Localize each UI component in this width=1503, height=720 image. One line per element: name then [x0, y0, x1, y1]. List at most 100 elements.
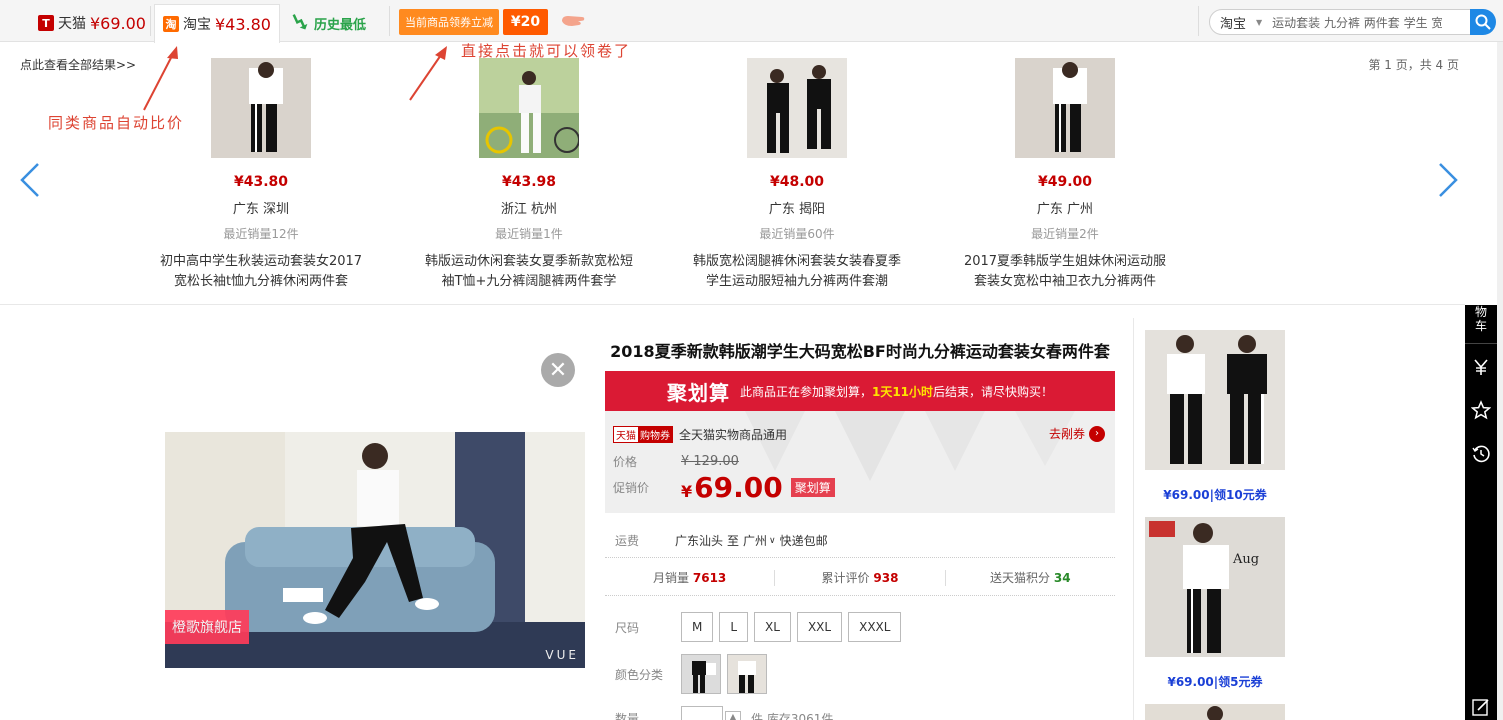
- item-title[interactable]: 韩版宽松阔腿裤休闲套装女装春夏季学生运动服短袖九分裤两件套潮: [687, 252, 907, 292]
- scrollbar[interactable]: [1497, 42, 1503, 720]
- divider: [1465, 343, 1497, 344]
- item-location: 浙江 杭州: [500, 202, 558, 217]
- history-icon[interactable]: [1471, 444, 1491, 464]
- star-icon[interactable]: [1471, 400, 1491, 420]
- price-panel: 天猫 购物券 全天猫实物商品通用 去剐券 › 价格 ¥ 129.00 促销价 ¥…: [605, 411, 1115, 513]
- color-option-black[interactable]: [681, 654, 721, 694]
- size-selector: 尺码 M L XL XXL XXXL: [605, 612, 1115, 642]
- compare-toolbar: T 天猫 ¥69.00 淘 淘宝 ¥43.80 历史最低 当前商品领券立减 ¥2…: [0, 0, 1503, 43]
- pointing-hand-icon: [562, 16, 585, 26]
- size-option-xxl[interactable]: XXL: [796, 612, 843, 642]
- size-option-xxxl[interactable]: XXXL: [848, 612, 902, 642]
- product-main-image[interactable]: 橙歌旗舰店 VUE: [165, 432, 585, 668]
- item-title[interactable]: 韩版运动休闲套装女夏季新款宽松短袖T恤+九分裤阔腿裤两件套学: [419, 252, 639, 292]
- item-sales: 最近销量2件: [1031, 227, 1099, 241]
- compare-item[interactable]: ¥48.00 广东 揭阳 最近销量60件 韩版宽松阔腿裤休闲套装女装春夏季学生运…: [687, 58, 907, 292]
- shipping-destination-select[interactable]: 广州: [743, 532, 767, 549]
- caret-down-icon[interactable]: ∨: [769, 536, 776, 546]
- see-all-results-link[interactable]: 点此查看全部结果>>: [20, 56, 136, 73]
- search-input[interactable]: [1272, 15, 1443, 29]
- original-price: ¥ 129.00: [681, 454, 739, 469]
- trend-down-icon: [287, 11, 310, 35]
- size-option-m[interactable]: M: [681, 612, 714, 642]
- search-button[interactable]: [1470, 9, 1496, 35]
- monthly-sales-label: 月销量: [653, 571, 690, 585]
- recommended-coupon: 领10元券: [1214, 488, 1267, 502]
- size-option-xl[interactable]: XL: [754, 612, 791, 642]
- svg-text:Aug: Aug: [1232, 552, 1259, 567]
- recommended-price-value: ¥69.00: [1167, 675, 1214, 689]
- product-thumbnail[interactable]: [1015, 58, 1115, 158]
- divider: [1133, 318, 1134, 720]
- yen-icon[interactable]: [1471, 357, 1491, 377]
- get-coupon-label: 去剐券: [1048, 427, 1085, 441]
- feedback-edit-icon[interactable]: [1471, 697, 1491, 717]
- shipping-label: 运费: [615, 534, 640, 548]
- item-price: ¥49.00: [1037, 174, 1093, 190]
- promo-price: ¥69.00: [681, 471, 783, 504]
- image-watermark: VUE: [545, 648, 579, 662]
- quantity-increment[interactable]: ▲: [725, 711, 741, 720]
- recommended-item[interactable]: [1145, 704, 1285, 720]
- juhuasuan-countdown: 1天11小时: [871, 384, 934, 399]
- chevron-right-icon: ›: [1089, 425, 1105, 442]
- item-price: ¥48.00: [769, 174, 825, 190]
- badge-coupon: 购物券: [638, 427, 672, 442]
- store-tag: 橙歌旗舰店: [165, 610, 249, 644]
- stock-text: 件 库存3061件: [751, 711, 834, 720]
- compare-item[interactable]: ¥43.80 广东 深圳 最近销量12件 初中高中学生秋装运动套装女2017宽松…: [151, 58, 371, 292]
- size-option-l[interactable]: L: [719, 612, 749, 642]
- reward-points: 送天猫积分 34: [946, 569, 1115, 586]
- item-title[interactable]: 初中高中学生秋装运动套装女2017宽松长袖t恤九分裤休闲两件套: [151, 252, 371, 292]
- item-sales: 最近销量12件: [223, 227, 299, 241]
- shipping-from: 广东汕头: [675, 534, 724, 548]
- close-icon[interactable]: ✕: [541, 353, 575, 387]
- reward-points-value: 34: [1053, 571, 1071, 585]
- search-box[interactable]: 淘宝 ▼: [1209, 9, 1471, 35]
- item-location: 广东 深圳: [232, 202, 290, 217]
- taobao-logo-icon: 淘: [163, 16, 179, 32]
- tab-history-lowest[interactable]: 历史最低: [282, 4, 374, 42]
- chevron-left-icon[interactable]: [18, 160, 42, 200]
- search-scope-select[interactable]: 淘宝: [1210, 13, 1246, 32]
- review-count[interactable]: 累计评价 938: [775, 569, 944, 586]
- recommended-thumbnail[interactable]: Aug: [1145, 517, 1285, 657]
- tmall-logo-icon: T: [38, 15, 54, 31]
- tab-tmall[interactable]: T 天猫 ¥69.00: [30, 4, 154, 42]
- quantity-input[interactable]: [681, 706, 723, 720]
- recommended-coupon: 领5元券: [1218, 675, 1263, 689]
- recommended-item[interactable]: Aug ¥69.00|领5元券: [1145, 517, 1285, 690]
- divider: [389, 6, 390, 36]
- item-sales: 最近销量1件: [495, 227, 563, 241]
- yen-sign: ¥: [681, 482, 693, 501]
- chevron-right-icon[interactable]: [1436, 160, 1460, 200]
- product-thumbnail[interactable]: [479, 58, 579, 158]
- promo-tag: 聚划算: [790, 478, 835, 497]
- coupon-text: 全天猫实物商品通用: [679, 428, 788, 442]
- coupon-amount-button[interactable]: ¥20: [503, 9, 548, 35]
- recommended-item[interactable]: ¥69.00|领10元券: [1145, 330, 1285, 503]
- juhuasuan-logo: 聚划算: [666, 380, 730, 405]
- item-title[interactable]: 2017夏季韩版学生姐妹休闲运动服套装女宽松中袖卫衣九分裤两件: [955, 252, 1175, 292]
- tab-taobao-price: ¥43.80: [215, 14, 271, 34]
- recommended-thumbnail[interactable]: [1145, 704, 1285, 720]
- recommended-price[interactable]: ¥69.00|领10元券: [1145, 486, 1285, 503]
- recommended-thumbnail[interactable]: [1145, 330, 1285, 470]
- cart-button[interactable]: 物 车: [1465, 305, 1497, 333]
- promo-label: 促销价: [613, 481, 650, 495]
- caret-down-icon[interactable]: ▼: [1256, 18, 1262, 27]
- color-option-white[interactable]: [727, 654, 767, 694]
- recommended-price[interactable]: ¥69.00|领5元券: [1145, 673, 1285, 690]
- tab-taobao[interactable]: 淘 淘宝 ¥43.80: [154, 4, 280, 43]
- product-thumbnail[interactable]: [747, 58, 847, 158]
- price-label: 价格: [613, 455, 638, 469]
- color-label: 颜色分类: [615, 667, 664, 682]
- page-indicator: 第 1 页，共 4 页: [1368, 58, 1459, 72]
- compare-item[interactable]: ¥43.98 浙江 杭州 最近销量1件 韩版运动休闲套装女夏季新款宽松短袖T恤+…: [419, 58, 639, 292]
- monthly-sales: 月销量 7613: [605, 569, 774, 586]
- coupon-button[interactable]: 当前商品领券立减: [399, 9, 499, 35]
- product-thumbnail[interactable]: [211, 58, 311, 158]
- recommended-price-value: ¥69.00: [1163, 488, 1210, 502]
- compare-item[interactable]: ¥49.00 广东 广州 最近销量2件 2017夏季韩版学生姐妹休闲运动服套装女…: [955, 58, 1175, 292]
- get-coupon-link[interactable]: 去剐券 ›: [1049, 425, 1105, 442]
